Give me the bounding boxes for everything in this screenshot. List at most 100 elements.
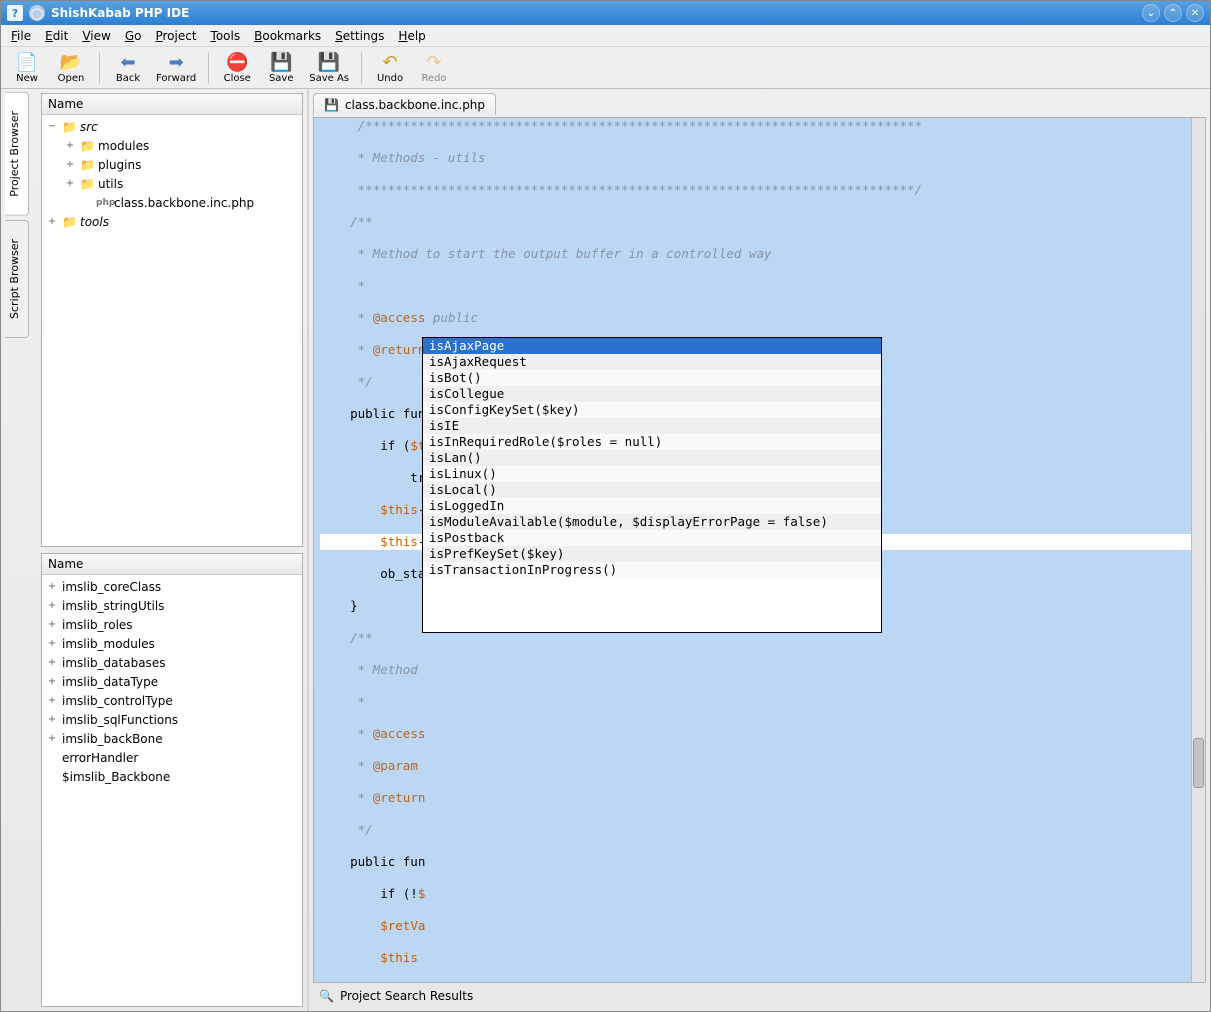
autocomplete-item[interactable]: isModuleAvailable($module, $displayError… (423, 514, 881, 530)
autocomplete-item[interactable]: isPostback (423, 530, 881, 546)
script-item[interactable]: + imslib_dataType (44, 672, 300, 691)
minimize-button[interactable]: ⌄ (1142, 4, 1160, 22)
new-button[interactable]: 📄 New (7, 49, 47, 86)
script-item[interactable]: + imslib_coreClass (44, 577, 300, 596)
expand-icon[interactable]: + (64, 159, 76, 170)
redo-icon: ↷ (423, 51, 445, 73)
save-as-button[interactable]: 💾 Save As (305, 49, 353, 86)
script-panel-header[interactable]: Name (42, 554, 302, 575)
project-panel-header[interactable]: Name (42, 94, 302, 115)
binoculars-icon[interactable]: 🔍 (319, 989, 334, 1003)
expand-icon[interactable]: + (46, 216, 58, 227)
project-browser-tab[interactable]: Project Browser (5, 92, 29, 216)
expand-icon[interactable]: + (46, 638, 58, 649)
help-icon[interactable]: ? (7, 5, 23, 21)
menu-project[interactable]: Project (155, 29, 196, 43)
script-item[interactable]: +imslib_stringUtils (44, 596, 300, 615)
tree-item-src[interactable]: − 📁 src (44, 117, 300, 136)
autocomplete-item[interactable]: isIE (423, 418, 881, 434)
script-item[interactable]: +imslib_sqlFunctions (44, 710, 300, 729)
script-item[interactable]: +imslib_backBone (44, 729, 300, 748)
autocomplete-popup[interactable]: isAjaxPageisAjaxRequestisBot()isCollegue… (422, 337, 882, 633)
expand-icon[interactable]: + (46, 733, 58, 744)
titlebar[interactable]: ? ◯ ShishKabab PHP IDE ⌄ ⌃ ✕ (1, 1, 1210, 25)
forward-button[interactable]: ➡ Forward (152, 49, 200, 86)
menu-file[interactable]: File (11, 29, 31, 43)
expand-icon[interactable]: + (46, 714, 58, 725)
open-button[interactable]: 📂 Open (51, 49, 91, 86)
autocomplete-item[interactable]: isLinux() (423, 466, 881, 482)
save-icon: 💾 (270, 51, 292, 73)
toolbar-separator (99, 52, 100, 84)
script-item[interactable]: +imslib_controlType (44, 691, 300, 710)
editor-tabs: 💾 class.backbone.inc.php (313, 93, 1206, 115)
expand-icon[interactable]: + (64, 140, 76, 151)
script-item-label: imslib_databases (62, 656, 165, 670)
project-tree[interactable]: − 📁 src + 📁 modules + 📁 plugins (42, 115, 302, 546)
close-window-button[interactable]: ✕ (1186, 4, 1204, 22)
expand-icon[interactable]: + (46, 695, 58, 706)
expand-icon[interactable]: + (46, 619, 58, 630)
expand-icon[interactable]: + (64, 178, 76, 189)
editor-tab[interactable]: 💾 class.backbone.inc.php (313, 93, 496, 115)
expand-icon[interactable]: + (46, 676, 58, 687)
editor-scrollbar[interactable] (1191, 118, 1205, 982)
script-tree[interactable]: +imslib_coreClass+imslib_stringUtils+ims… (42, 575, 302, 1006)
script-item[interactable]: + imslib_databases (44, 653, 300, 672)
tree-item-plugins[interactable]: + 📁 plugins (44, 155, 300, 174)
autocomplete-item[interactable]: isPrefKeySet($key) (423, 546, 881, 562)
save-as-icon: 💾 (318, 51, 340, 73)
autocomplete-item[interactable]: isAjaxPage (423, 338, 881, 354)
menu-tools[interactable]: Tools (211, 29, 241, 43)
menu-help[interactable]: Help (398, 29, 425, 43)
close-button[interactable]: ⛔ Close (217, 49, 257, 86)
back-button[interactable]: ⬅ Back (108, 49, 148, 86)
script-item[interactable]: +imslib_roles (44, 615, 300, 634)
save-button[interactable]: 💾 Save (261, 49, 301, 86)
menu-settings[interactable]: Settings (335, 29, 384, 43)
autocomplete-item[interactable]: isTransactionInProgress() (423, 562, 881, 578)
project-search-results[interactable]: Project Search Results (340, 989, 473, 1003)
autocomplete-item[interactable]: isConfigKeySet($key) (423, 402, 881, 418)
tree-item-modules[interactable]: + 📁 modules (44, 136, 300, 155)
menu-go[interactable]: Go (125, 29, 142, 43)
autocomplete-item[interactable]: isLan() (423, 450, 881, 466)
status-bar: 🔍 Project Search Results (313, 985, 1206, 1007)
autocomplete-item[interactable]: isAjaxRequest (423, 354, 881, 370)
tree-item-tools[interactable]: + 📁 tools (44, 212, 300, 231)
scrollbar-thumb[interactable] (1193, 738, 1204, 788)
expand-icon[interactable]: + (46, 600, 58, 611)
autocomplete-item[interactable]: isBot() (423, 370, 881, 386)
back-icon: ⬅ (117, 51, 139, 73)
collapse-icon[interactable]: − (46, 121, 58, 132)
tree-item-utils[interactable]: + 📁 utils (44, 174, 300, 193)
script-browser-tab[interactable]: Script Browser (5, 220, 29, 338)
script-item-label: imslib_coreClass (62, 580, 161, 594)
new-icon: 📄 (16, 51, 38, 73)
script-item-label: imslib_dataType (62, 675, 158, 689)
expand-icon[interactable]: + (46, 581, 58, 592)
toolbar: 📄 New 📂 Open ⬅ Back ➡ Forward ⛔ Close 💾 … (1, 47, 1210, 89)
tab-label: class.backbone.inc.php (345, 98, 485, 112)
redo-button[interactable]: ↷ Redo (414, 49, 454, 86)
main-area: Project Browser Script Browser Name − 📁 … (1, 89, 1210, 1011)
autocomplete-item[interactable]: isLoggedIn (423, 498, 881, 514)
script-item[interactable]: $imslib_Backbone (44, 767, 300, 786)
menu-edit[interactable]: Edit (45, 29, 68, 43)
undo-button[interactable]: ↶ Undo (370, 49, 410, 86)
menu-bookmarks[interactable]: Bookmarks (254, 29, 321, 43)
app-icon: ◯ (29, 5, 45, 21)
script-item-label: imslib_modules (62, 637, 155, 651)
autocomplete-item[interactable]: isInRequiredRole($roles = null) (423, 434, 881, 450)
menubar: File Edit View Go Project Tools Bookmark… (1, 25, 1210, 47)
menu-view[interactable]: View (82, 29, 110, 43)
script-item[interactable]: errorHandler (44, 748, 300, 767)
autocomplete-item[interactable]: isLocal() (423, 482, 881, 498)
tree-item-backbone[interactable]: php class.backbone.inc.php (44, 193, 300, 212)
script-item[interactable]: + imslib_modules (44, 634, 300, 653)
expand-icon[interactable]: + (46, 657, 58, 668)
window-title: ShishKabab PHP IDE (51, 6, 1136, 20)
autocomplete-item[interactable]: isCollegue (423, 386, 881, 402)
save-icon: 💾 (324, 98, 339, 112)
maximize-button[interactable]: ⌃ (1164, 4, 1182, 22)
